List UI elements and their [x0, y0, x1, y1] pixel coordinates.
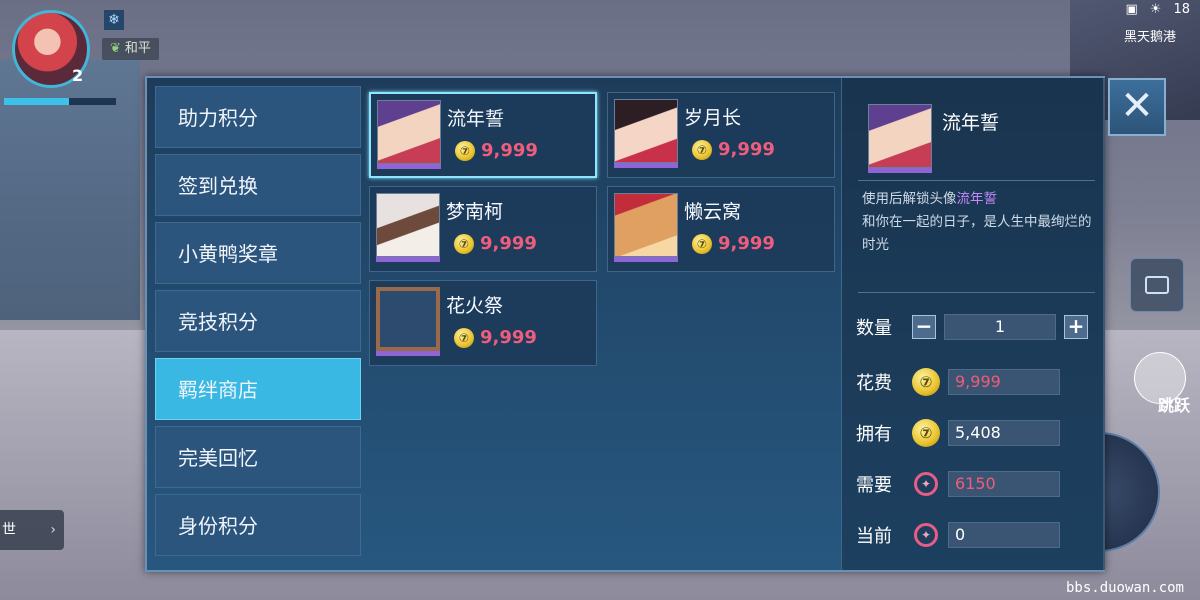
divider — [858, 180, 1095, 181]
bond-point-icon: ✦ — [914, 523, 938, 547]
coin-icon: ⑦ — [912, 419, 940, 447]
tab-assist-points[interactable]: 助力积分 — [155, 86, 361, 148]
festival-frame-avatar-icon — [376, 287, 440, 351]
bow-cat-avatar-icon — [614, 193, 678, 257]
item-name: 花火祭 — [446, 295, 504, 317]
increase-button[interactable]: + — [1064, 315, 1088, 339]
own-row: 拥有 ⑦ 5,408 — [856, 419, 1060, 447]
item-price-value: 9,999 — [481, 140, 538, 161]
snowflake-icon: ❄ — [104, 10, 124, 30]
leaf-icon: ❦ — [110, 41, 121, 56]
bond-point-icon: ✦ — [914, 472, 938, 496]
cost-row: 花费 ⑦ 9,999 — [856, 368, 1060, 396]
tab-perfect-memory[interactable]: 完美回忆 — [155, 426, 361, 488]
current-value: 0 — [948, 522, 1060, 548]
item-name: 懒云窝 — [684, 201, 742, 223]
item-name: 岁月长 — [684, 107, 742, 129]
own-label: 拥有 — [856, 424, 892, 445]
rarity-bar — [614, 257, 678, 262]
flower-girl-avatar-icon — [614, 99, 678, 163]
item-price: ⑦ 9,999 — [455, 140, 538, 161]
jump-label: 跳跃 — [1157, 396, 1190, 415]
world-chat-button[interactable]: 世 › — [0, 510, 64, 550]
clock-time: 18 — [1173, 2, 1190, 17]
need-row: 需要 ✦ 6150 — [856, 471, 1060, 497]
rarity-bar — [376, 351, 440, 356]
tab-identity-points[interactable]: 身份积分 — [155, 494, 361, 556]
item-grid: 流年誓 ⑦ 9,999 岁月长 ⑦ 9,999 梦南柯 ⑦ 9,999 懒云窝 ⑦ 9,… — [369, 92, 835, 366]
experience-bar — [4, 98, 116, 105]
item-price: ⑦ 9,999 — [692, 233, 775, 254]
chevron-right-icon: › — [50, 522, 56, 538]
tab-checkin-exchange[interactable]: 签到兑换 — [155, 154, 361, 216]
purple-hair-boy-avatar-icon — [377, 100, 441, 164]
item-description: 使用后解锁头像流年誓 和你在一起的日子，是人生中最绚烂的时光 — [862, 188, 1098, 257]
divider — [858, 292, 1095, 293]
watermark: bbs.duowan.com — [1065, 580, 1184, 596]
coin-icon: ⑦ — [692, 139, 712, 160]
description-highlight: 流年誓 — [956, 191, 998, 207]
decrease-button[interactable]: − — [912, 315, 936, 339]
cost-label: 花费 — [856, 373, 892, 394]
top-right-status: ▣ ☀ 18 — [1126, 2, 1191, 17]
current-row: 当前 ✦ 0 — [856, 522, 1060, 548]
peace-status-label: 和平 — [124, 41, 151, 56]
item-price: ⑦ 9,999 — [692, 139, 775, 160]
sun-icon: ☀ — [1149, 2, 1162, 17]
briefcase-icon — [1145, 276, 1169, 294]
shop-tabs: 助力积分 签到兑换 小黄鸭奖章 竞技积分 羁绊商店 完美回忆 身份积分 — [155, 86, 363, 562]
quantity-label: 数量 — [856, 318, 892, 339]
detail-item-name: 流年誓 — [942, 112, 1000, 134]
map-name: 黑天鹅港 — [1123, 30, 1176, 45]
item-price-value: 9,999 — [718, 139, 775, 160]
quantity-row: 数量 − 1 + — [856, 314, 1088, 340]
item-price-value: 9,999 — [480, 233, 537, 254]
item-card[interactable]: 梦南柯 ⑦ 9,999 — [369, 186, 597, 272]
tab-duck-medal[interactable]: 小黄鸭奖章 — [155, 222, 361, 284]
siamese-cat-avatar-icon — [376, 193, 440, 257]
peace-status-badge: ❦ 和平 — [102, 38, 159, 60]
coin-icon: ⑦ — [912, 368, 940, 396]
rarity-bar — [614, 163, 678, 168]
coin-icon: ⑦ — [692, 233, 712, 254]
bond-shop-panel: 助力积分 签到兑换 小黄鸭奖章 竞技积分 羁绊商店 完美回忆 身份积分 流年誓 … — [145, 76, 1105, 572]
coin-icon: ⑦ — [454, 233, 474, 254]
item-price-value: 9,999 — [480, 327, 537, 348]
purple-hair-boy-avatar-icon — [868, 104, 932, 168]
tab-bond-shop[interactable]: 羁绊商店 — [155, 358, 361, 420]
coin-icon: ⑦ — [455, 140, 475, 161]
description-prefix: 使用后解锁头像 — [862, 191, 957, 207]
current-label: 当前 — [856, 526, 892, 547]
experience-bar-fill — [4, 98, 69, 105]
item-price: ⑦ 9,999 — [454, 327, 537, 348]
need-value: 6150 — [948, 471, 1060, 497]
item-price: ⑦ 9,999 — [454, 233, 537, 254]
cost-value: 9,999 — [948, 369, 1060, 395]
item-detail-panel: 流年誓 使用后解锁头像流年誓 和你在一起的日子，是人生中最绚烂的时光 数量 − … — [841, 78, 1105, 570]
item-card[interactable]: 懒云窝 ⑦ 9,999 — [607, 186, 835, 272]
item-card[interactable]: 花火祭 ⑦ 9,999 — [369, 280, 597, 366]
rarity-bar — [376, 257, 440, 262]
item-name: 流年誓 — [447, 108, 505, 130]
item-card[interactable]: 岁月长 ⑦ 9,999 — [607, 92, 835, 178]
item-price-value: 9,999 — [718, 233, 775, 254]
rarity-bar — [377, 164, 441, 169]
tab-arena-points[interactable]: 竞技积分 — [155, 290, 361, 352]
camera-icon[interactable]: ▣ — [1126, 2, 1138, 17]
world-chat-label: 世 — [2, 522, 16, 538]
need-label: 需要 — [856, 475, 892, 496]
own-value: 5,408 — [948, 420, 1060, 446]
description-body: 和你在一起的日子，是人生中最绚烂的时光 — [862, 214, 1092, 253]
item-card[interactable]: 流年誓 ⑦ 9,999 — [369, 92, 597, 178]
item-name: 梦南柯 — [446, 201, 504, 223]
backpack-button[interactable] — [1130, 258, 1184, 312]
coin-icon: ⑦ — [454, 327, 474, 348]
close-button[interactable]: ✕ — [1108, 78, 1166, 136]
quantity-stepper[interactable]: 1 — [944, 314, 1056, 340]
rarity-bar — [868, 168, 932, 173]
player-level: 2 — [72, 66, 84, 85]
